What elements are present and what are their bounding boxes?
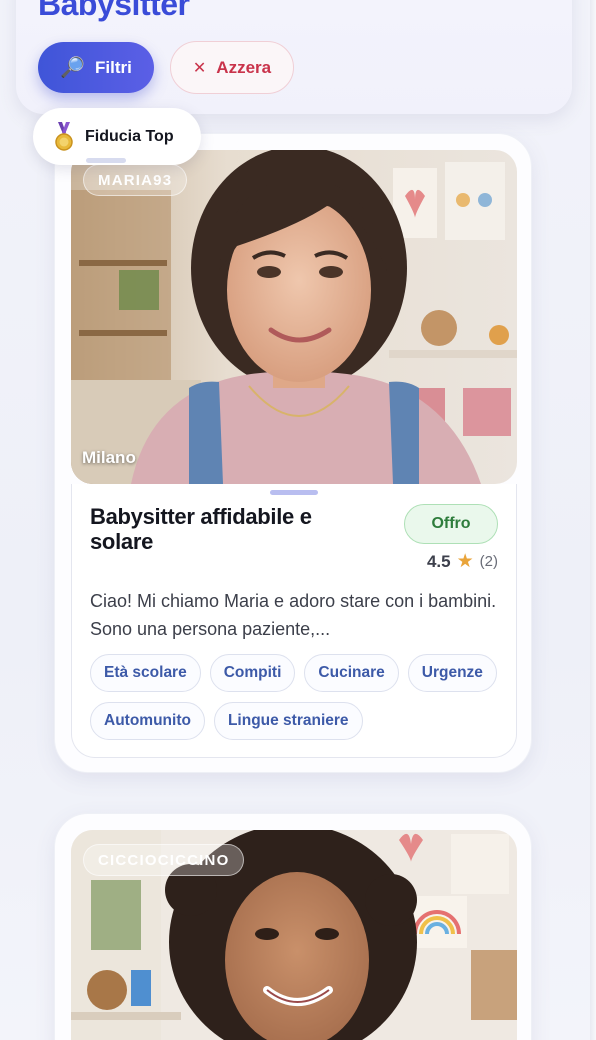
profile-photo-image	[71, 150, 517, 484]
skill-tag[interactable]: Automunito	[90, 702, 205, 740]
star-icon: ★	[456, 551, 474, 572]
listing-card[interactable]: MARIA93 Milano Babysitter affidabile e s…	[54, 133, 532, 773]
filter-button-label: Filtri	[95, 57, 132, 77]
listing-description: Ciao! Mi chiamo Maria e adoro stare con …	[90, 591, 497, 639]
drag-handle	[270, 490, 318, 495]
trust-badge: Fiducia Top	[33, 108, 201, 165]
rating-score: 4.5	[426, 551, 451, 571]
page-title: Babysitter	[38, 0, 190, 22]
reset-button-label: Azzera	[216, 57, 272, 77]
profile-photo[interactable]: MARIA93 Milano	[71, 150, 517, 484]
rating: 4.5 ★ (2)	[427, 550, 498, 573]
skill-tags: Età scolare Compiti Cucinare Urgenze Aut…	[90, 654, 510, 740]
skill-tag[interactable]: Età scolare	[90, 654, 201, 692]
username-badge: MARIA93	[83, 164, 188, 196]
medal-icon	[55, 121, 73, 151]
skill-tag[interactable]: Lingue straniere	[213, 702, 363, 740]
profile-photo[interactable]: CICCIOCICCINO	[71, 830, 517, 1040]
listing-card[interactable]: CICCIOCICCINO	[54, 813, 532, 1040]
listing-info: Babysitter affidabile e solare Offro 4.5…	[71, 484, 517, 758]
trust-badge-indicator	[86, 158, 126, 163]
magnifier-icon: 🔎	[60, 56, 86, 79]
username-badge: CICCIOCICCINO	[83, 844, 245, 876]
skill-tag[interactable]: Urgenze	[407, 654, 497, 692]
skill-tag[interactable]: Compiti	[209, 654, 296, 692]
reset-filters-button[interactable]: ✕ Azzera	[170, 41, 294, 94]
close-icon: ✕	[192, 59, 207, 77]
offer-type-badge: Offro	[404, 504, 498, 544]
skill-tag[interactable]: Cucinare	[304, 654, 399, 692]
listing-title[interactable]: Babysitter affidabile e solare	[90, 504, 320, 554]
scroll-edge	[590, 0, 596, 1040]
review-count: (2)	[479, 553, 498, 570]
city-label: Milano	[82, 448, 136, 467]
filter-button[interactable]: 🔎 Filtri	[38, 42, 154, 93]
trust-badge-label: Fiducia Top	[85, 127, 174, 145]
